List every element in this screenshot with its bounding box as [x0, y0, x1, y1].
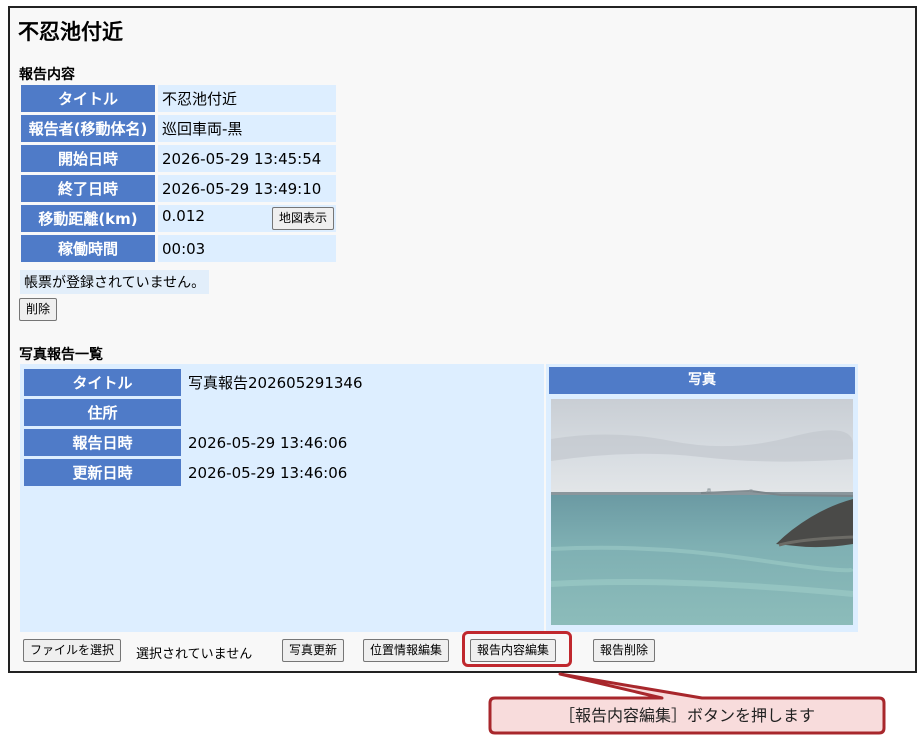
report-photo	[551, 399, 853, 625]
table-row: タイトル 写真報告202605291346	[24, 369, 492, 396]
report-delete-button[interactable]: 報告削除	[593, 639, 656, 662]
row-label: 移動距離(km)	[21, 205, 155, 232]
distance-value: 0.012	[162, 207, 205, 225]
table-row: 稼働時間 00:03	[21, 235, 336, 262]
row-value: 巡回車両-黒	[158, 115, 336, 142]
table-row: 終了日時 2026-05-29 13:49:10	[21, 175, 336, 202]
table-row: 移動距離(km) 0.012 地図表示	[21, 205, 336, 232]
row-label: 報告者(移動体名)	[21, 115, 155, 142]
table-row: 報告日時 2026-05-29 13:46:06	[24, 429, 492, 456]
form-note: 帳票が登録されていません。	[20, 270, 210, 294]
row-label: 終了日時	[21, 175, 155, 202]
photo-update-button[interactable]: 写真更新	[282, 639, 345, 662]
file-status-label: 選択されていません	[136, 647, 253, 662]
file-select-button[interactable]: ファイルを選択	[23, 639, 122, 662]
row-value: 2026-05-29 13:45:54	[158, 145, 336, 172]
photo-section-title: 写真報告一覧	[19, 347, 103, 363]
photo-details-table: タイトル 写真報告202605291346 住所 報告日時 2026-05-29…	[21, 366, 495, 489]
report-details-table: タイトル 不忍池付近 報告者(移動体名) 巡回車両-黒 開始日時 2026-05…	[18, 82, 339, 265]
row-value	[184, 399, 492, 426]
row-label: 住所	[24, 399, 181, 426]
table-row: 住所	[24, 399, 492, 426]
row-value: 00:03	[158, 235, 336, 262]
row-label: 更新日時	[24, 459, 181, 486]
row-value: 2026-05-29 13:46:06	[184, 459, 492, 486]
callout-text: ［報告内容編集］ボタンを押します	[558, 706, 815, 725]
row-label: 稼働時間	[21, 235, 155, 262]
row-label: タイトル	[21, 85, 155, 112]
row-value: 0.012 地図表示	[158, 205, 336, 232]
map-display-button[interactable]: 地図表示	[271, 207, 334, 230]
row-value: 不忍池付近	[158, 85, 336, 112]
photo-header: 写真	[549, 367, 855, 394]
table-row: タイトル 不忍池付近	[21, 85, 336, 112]
table-row: 更新日時 2026-05-29 13:46:06	[24, 459, 492, 486]
seascape-image	[551, 399, 853, 625]
location-edit-button[interactable]: 位置情報編集	[363, 639, 450, 662]
row-label: 開始日時	[21, 145, 155, 172]
row-value: 2026-05-29 13:49:10	[158, 175, 336, 202]
row-label: タイトル	[24, 369, 181, 396]
table-row: 開始日時 2026-05-29 13:45:54	[21, 145, 336, 172]
photo-box: 写真	[546, 364, 858, 632]
report-edit-highlight	[462, 631, 572, 667]
row-value: 2026-05-29 13:46:06	[184, 429, 492, 456]
report-section-title: 報告内容	[19, 67, 75, 83]
page-title: 不忍池付近	[18, 20, 123, 44]
table-row: 報告者(移動体名) 巡回車両-黒	[21, 115, 336, 142]
row-value: 写真報告202605291346	[184, 369, 492, 396]
row-label: 報告日時	[24, 429, 181, 456]
delete-button[interactable]: 削除	[19, 298, 58, 321]
